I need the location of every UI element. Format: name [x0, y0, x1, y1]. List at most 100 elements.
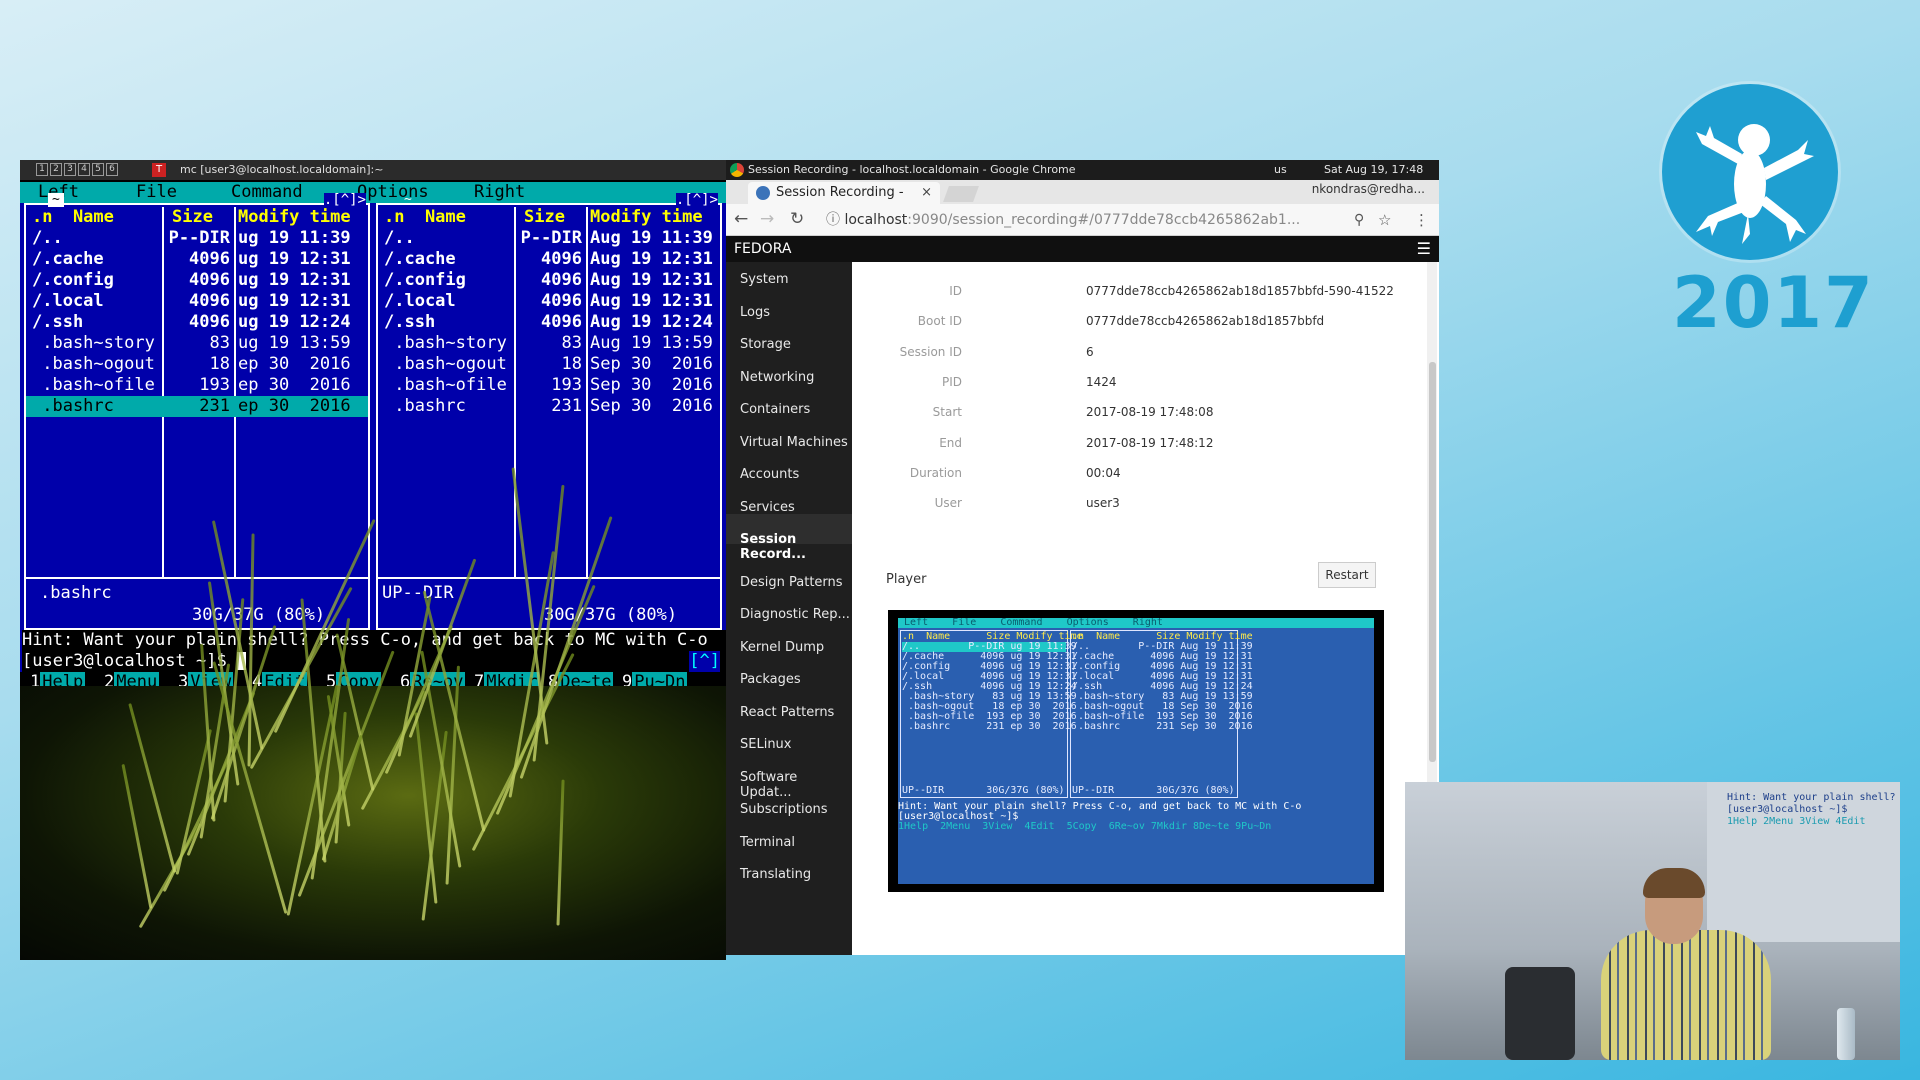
- file-name: /.local: [32, 291, 104, 311]
- right-panel-corner[interactable]: .[^]>: [675, 193, 718, 207]
- workspace-6[interactable]: 6: [106, 163, 118, 176]
- file-name: /.config: [32, 270, 114, 290]
- sidebar-item-networking[interactable]: Networking: [740, 370, 814, 385]
- detail-value: 0777dde78ccb4265862ab18d1857bbfd-590-415…: [1086, 284, 1394, 298]
- history-arrow[interactable]: [^]: [689, 651, 720, 672]
- left-file-row[interactable]: /.config 4096 ug 19 12:31: [26, 270, 368, 291]
- taskbar: 1 2 3 4 5 6 T mc [user3@localhost.locald…: [20, 160, 726, 180]
- workspace-2[interactable]: 2: [50, 163, 62, 176]
- sidebar-item-subscriptions[interactable]: Subscriptions: [740, 802, 828, 817]
- file-mtime: Aug 19 13:59: [590, 333, 713, 353]
- sidebar-item-containers[interactable]: Containers: [740, 402, 810, 417]
- right-file-row[interactable]: /.config 4096 Aug 19 12:31: [378, 270, 720, 291]
- left-file-row[interactable]: .bashrc 231 ep 30 2016: [26, 396, 368, 417]
- address-bar[interactable]: ⓘ localhost:9090/session_recording#/0777…: [826, 207, 1346, 233]
- midnight-commander[interactable]: Left File Command Options Right ~ .[^]> …: [20, 182, 726, 693]
- left-file-row[interactable]: .bash~story 83 ug 19 13:59: [26, 333, 368, 354]
- sidebar-item-terminal[interactable]: Terminal: [740, 835, 795, 850]
- file-size: 4096: [541, 249, 582, 269]
- right-file-row[interactable]: .bash~ogout 18 Sep 30 2016: [378, 354, 720, 375]
- left-col-mtime[interactable]: Modify time: [238, 207, 351, 228]
- right-file-row[interactable]: .bashrc 231 Sep 30 2016: [378, 396, 720, 417]
- right-col-size[interactable]: Size: [524, 207, 565, 228]
- chrome-window-title: Session Recording - localhost.localdomai…: [748, 163, 1076, 176]
- session-player[interactable]: Left File Command Options Right .n Name …: [888, 610, 1384, 892]
- file-mtime: ep 30 2016: [238, 396, 351, 416]
- bookmark-star-icon[interactable]: ☆: [1378, 211, 1391, 229]
- mc-menu-command[interactable]: Command: [231, 182, 303, 203]
- sidebar-item-packages[interactable]: Packages: [740, 672, 801, 687]
- right-file-row[interactable]: /.local 4096 Aug 19 12:31: [378, 291, 720, 312]
- left-col-name[interactable]: .n Name: [32, 207, 114, 228]
- workspace-3[interactable]: 3: [64, 163, 76, 176]
- sidebar-item-translating[interactable]: Translating: [740, 867, 811, 882]
- sidebar-item-diagnostic-rep[interactable]: Diagnostic Rep...: [740, 607, 850, 622]
- right-file-row[interactable]: /.cache 4096 Aug 19 12:31: [378, 249, 720, 270]
- file-size: 18: [209, 354, 230, 374]
- mc-menu-options[interactable]: Options: [357, 182, 429, 203]
- left-file-row[interactable]: .bash~ogout 18 ep 30 2016: [26, 354, 368, 375]
- sidebar-item-services[interactable]: Services: [740, 500, 795, 515]
- reload-icon[interactable]: ↻: [790, 209, 804, 229]
- mc-left-panel[interactable]: ~ .[^]> .n Name Size Modify time /.. P--D…: [24, 193, 370, 630]
- cockpit-brand[interactable]: FEDORA: [734, 236, 791, 262]
- left-file-row[interactable]: .bash~ofile 193 ep 30 2016: [26, 375, 368, 396]
- sidebar-item-system[interactable]: System: [740, 272, 788, 287]
- file-mtime: Aug 19 11:39: [590, 228, 713, 248]
- left-file-row[interactable]: /.local 4096 ug 19 12:31: [26, 291, 368, 312]
- detail-value: 2017-08-19 17:48:12: [1086, 435, 1214, 450]
- tab-session-recording[interactable]: Session Recording - ×: [748, 182, 940, 204]
- left-file-row[interactable]: /.cache 4096 ug 19 12:31: [26, 249, 368, 270]
- projection-line-1: Hint: Want your plain shell? Pre: [1727, 792, 1896, 803]
- right-panel-path: ~: [404, 192, 412, 207]
- sidebar-item-software-updat[interactable]: Software Updat...: [740, 770, 852, 800]
- desktop-wallpaper: [20, 467, 726, 960]
- back-arrow-icon[interactable]: ←: [734, 209, 748, 229]
- sidebar-item-logs[interactable]: Logs: [740, 305, 770, 320]
- sidebar-item-kernel-dump[interactable]: Kernel Dump: [740, 640, 824, 655]
- file-name: /.ssh: [32, 312, 84, 332]
- file-mtime: Aug 19 12:31: [590, 249, 713, 269]
- speaker-camera: Hint: Want your plain shell? Pre [user3@…: [1405, 782, 1900, 1060]
- right-file-row[interactable]: /.. P--DIR Aug 19 11:39: [378, 228, 720, 249]
- info-icon[interactable]: ⓘ: [826, 212, 840, 228]
- chrome-menu-icon[interactable]: ⋮: [1414, 211, 1429, 229]
- file-name: .bash~ofile: [32, 375, 155, 395]
- sidebar-item-react-patterns[interactable]: React Patterns: [740, 705, 834, 720]
- profile-name[interactable]: nkondras@redha...: [1312, 182, 1425, 196]
- keyboard-layout[interactable]: us: [1274, 160, 1287, 180]
- detail-label: Session ID: [899, 344, 962, 359]
- right-file-row[interactable]: .bash~story 83 Aug 19 13:59: [378, 333, 720, 354]
- workspace-1[interactable]: 1: [36, 163, 48, 176]
- scrollbar-thumb[interactable]: [1429, 362, 1436, 762]
- sidebar-item-session-record[interactable]: Session Record...: [740, 532, 852, 562]
- right-col-name[interactable]: .n Name: [384, 207, 466, 228]
- sidebar-item-selinux[interactable]: SELinux: [740, 737, 792, 752]
- sidebar-item-virtual-machines[interactable]: Virtual Machines: [740, 435, 848, 450]
- right-file-row[interactable]: /.ssh 4096 Aug 19 12:24: [378, 312, 720, 333]
- left-col-size[interactable]: Size: [172, 207, 213, 228]
- sidebar-item-accounts[interactable]: Accounts: [740, 467, 799, 482]
- forward-arrow-icon[interactable]: →: [760, 209, 774, 229]
- left-file-row[interactable]: /.ssh 4096 ug 19 12:24: [26, 312, 368, 333]
- restart-button[interactable]: Restart: [1318, 562, 1376, 588]
- detail-label: Boot ID: [917, 314, 962, 329]
- sidebar-item-storage[interactable]: Storage: [740, 337, 791, 352]
- mc-menu-file[interactable]: File: [136, 182, 177, 203]
- left-file-row[interactable]: /.. P--DIR ug 19 11:39: [26, 228, 368, 249]
- sidebar-item-design-patterns[interactable]: Design Patterns: [740, 575, 843, 590]
- new-tab-button[interactable]: [943, 186, 979, 202]
- workspace-4[interactable]: 4: [78, 163, 90, 176]
- tab-close-icon[interactable]: ×: [921, 182, 932, 204]
- hamburger-menu-icon[interactable]: ☰: [1417, 236, 1431, 262]
- left-panel-corner[interactable]: .[^]>: [323, 193, 366, 207]
- shell-prompt[interactable]: [user3@localhost ~]$: [22, 651, 726, 672]
- detail-label: PID: [941, 374, 962, 389]
- workspace-5[interactable]: 5: [92, 163, 104, 176]
- mc-menu-right[interactable]: Right: [474, 182, 525, 203]
- right-file-row[interactable]: .bash~ofile 193 Sep 30 2016: [378, 375, 720, 396]
- right-col-mtime[interactable]: Modify time: [590, 207, 703, 228]
- player-terminal-screen: Left File Command Options Right .n Name …: [898, 618, 1374, 884]
- file-name: .bash~ogout: [32, 354, 155, 374]
- key-icon[interactable]: ⚲: [1354, 212, 1364, 228]
